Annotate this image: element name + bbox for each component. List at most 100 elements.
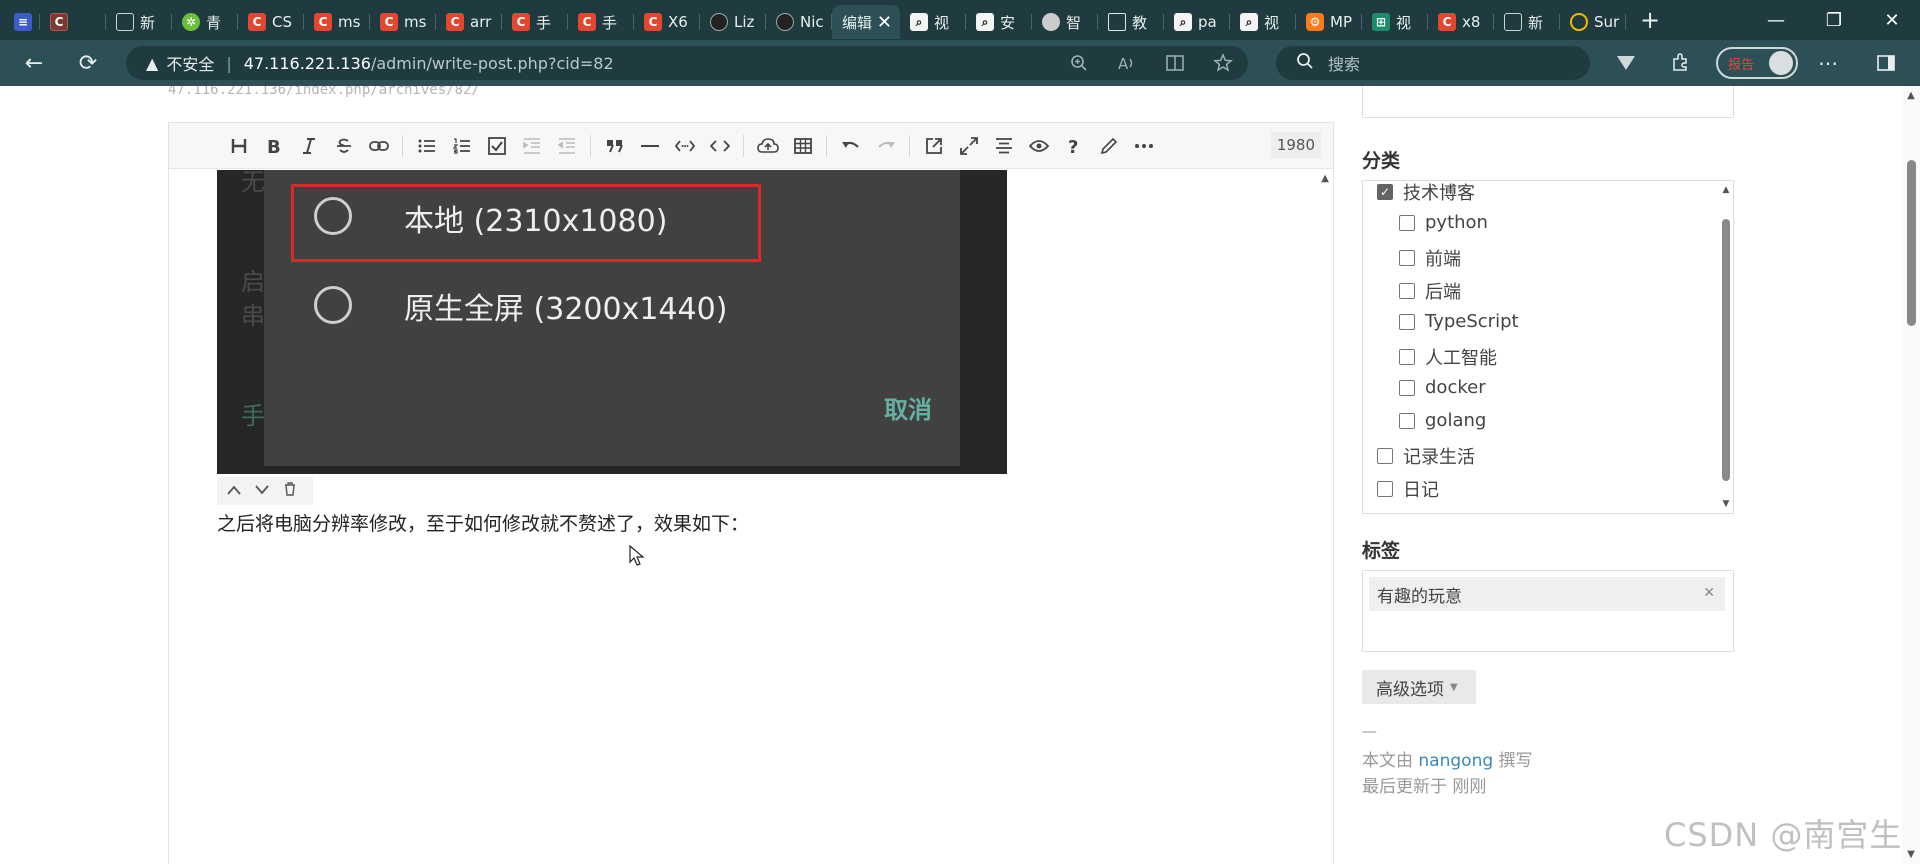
browser-tab[interactable]: ⊞ 视: [1362, 5, 1428, 39]
browser-tab[interactable]: C X6: [634, 5, 700, 39]
code-block-icon[interactable]: [702, 131, 737, 161]
restore-button[interactable]: ❐: [1806, 0, 1862, 40]
category-scrollbar[interactable]: ▲ ▼: [1721, 185, 1731, 509]
profile-button[interactable]: 报告: [1716, 47, 1798, 79]
fullscreen-icon[interactable]: [951, 131, 986, 161]
browser-tab[interactable]: ≡: [0, 5, 40, 39]
outdent-icon[interactable]: [549, 131, 584, 161]
category-item[interactable]: 后端: [1399, 278, 1461, 304]
category-checkbox[interactable]: [1399, 349, 1415, 365]
help-icon[interactable]: ?: [1056, 131, 1091, 161]
browser-tab[interactable]: 新: [1494, 5, 1560, 39]
redo-icon[interactable]: [868, 131, 903, 161]
italic-icon[interactable]: [291, 131, 326, 161]
browser-tab[interactable]: C手: [568, 5, 634, 39]
zoom-icon[interactable]: [1066, 51, 1092, 75]
move-up-icon[interactable]: [221, 483, 247, 499]
vpn-icon[interactable]: [1608, 45, 1644, 81]
table-icon[interactable]: [785, 131, 820, 161]
editor-paragraph[interactable]: 之后将电脑分辨率修改，至于如何修改就不赘述了，效果如下：: [217, 509, 749, 536]
more-options-icon[interactable]: [1126, 131, 1161, 161]
sidebar-toggle-icon[interactable]: [1868, 45, 1904, 81]
undo-icon[interactable]: [833, 131, 868, 161]
open-external-icon[interactable]: [916, 131, 951, 161]
browser-tab[interactable]: ⌕ 视: [900, 5, 966, 39]
bullet-list-icon[interactable]: [409, 131, 444, 161]
address-bar[interactable]: ▲ 不安全 | 47.116.221.136/admin/write-post.…: [126, 46, 1248, 80]
category-checkbox[interactable]: [1377, 481, 1393, 497]
browser-tab[interactable]: 编辑 ✕: [832, 5, 900, 39]
browser-tab[interactable]: Cms: [370, 5, 436, 39]
browser-tab[interactable]: ✲ 青: [172, 5, 238, 39]
strikethrough-icon[interactable]: [326, 131, 361, 161]
page-scroll-down-icon[interactable]: ▼: [1902, 849, 1920, 860]
browser-tab[interactable]: ⌕ pa: [1164, 5, 1230, 39]
category-checkbox[interactable]: [1399, 250, 1415, 266]
back-button[interactable]: ←: [16, 45, 52, 81]
warning-icon[interactable]: ▲: [146, 54, 158, 73]
browser-tab[interactable]: C手: [502, 5, 568, 39]
more-menu-icon[interactable]: ⋯: [1810, 45, 1846, 81]
scroll-up-icon[interactable]: ▲: [1721, 185, 1731, 195]
browser-tab[interactable]: Nic: [766, 5, 832, 39]
insecure-label[interactable]: 不安全: [166, 51, 214, 75]
category-checkbox[interactable]: [1399, 412, 1415, 429]
page-scrollbar[interactable]: ▲ ▼: [1902, 86, 1920, 864]
category-checkbox[interactable]: [1399, 214, 1415, 231]
scroll-thumb[interactable]: [1722, 219, 1730, 481]
editor-scroll-up-icon[interactable]: ▲: [1321, 173, 1329, 184]
browser-tab[interactable]: ⌕ 安: [966, 5, 1032, 39]
category-checkbox[interactable]: [1377, 448, 1393, 464]
advanced-options-button[interactable]: 高级选项 ▼: [1362, 670, 1476, 704]
inline-code-icon[interactable]: [667, 131, 702, 161]
page-scroll-up-icon[interactable]: ▲: [1902, 90, 1920, 101]
markdown-editor[interactable]: B ? 1980 ▲ 无 启 串 手 本地 (2310x1080) 原生全屏 (…: [168, 122, 1334, 864]
immersive-reader-icon[interactable]: [1162, 51, 1188, 75]
task-list-icon[interactable]: [479, 131, 514, 161]
quote-icon[interactable]: [597, 131, 632, 161]
browser-tab[interactable]: 新: [106, 5, 172, 39]
browser-tab[interactable]: Cx8: [1428, 5, 1494, 39]
remove-tag-icon[interactable]: ✕: [1703, 585, 1715, 601]
browser-tab[interactable]: 教: [1098, 5, 1164, 39]
author-link[interactable]: nangong: [1418, 751, 1493, 771]
browser-tab[interactable]: Sur: [1560, 5, 1626, 39]
category-checkbox[interactable]: [1399, 379, 1415, 396]
upload-cloud-icon[interactable]: [750, 131, 785, 161]
browser-tab[interactable]: ⚙ MP: [1296, 5, 1362, 39]
tab-close-icon[interactable]: ✕: [877, 12, 892, 33]
browser-tab[interactable]: Cms: [304, 5, 370, 39]
ordered-list-icon[interactable]: [444, 131, 479, 161]
close-window-button[interactable]: ✕: [1864, 0, 1920, 40]
browser-tab[interactable]: ⌕ 视: [1230, 5, 1296, 39]
category-item[interactable]: 人工智能: [1399, 344, 1497, 370]
browser-tab[interactable]: C CS: [238, 5, 304, 39]
minimize-button[interactable]: —: [1748, 0, 1804, 40]
scroll-down-icon[interactable]: ▼: [1721, 499, 1731, 509]
category-item[interactable]: 日记: [1377, 476, 1439, 502]
category-checkbox[interactable]: [1399, 313, 1415, 330]
category-item[interactable]: 记录生活: [1377, 443, 1475, 469]
horizontal-rule-icon[interactable]: [632, 131, 667, 161]
category-item[interactable]: docker: [1399, 377, 1486, 398]
read-aloud-icon[interactable]: A: [1114, 51, 1140, 75]
category-item[interactable]: TypeScript: [1399, 311, 1519, 332]
category-checkbox[interactable]: [1399, 283, 1415, 299]
post-permalink[interactable]: 47.116.221.136/index.php/archives/82/: [168, 86, 480, 98]
browser-tab[interactable]: 智: [1032, 5, 1098, 39]
category-item[interactable]: python: [1399, 212, 1488, 233]
category-checkbox[interactable]: ✓: [1377, 184, 1393, 200]
browser-tab[interactable]: C: [40, 5, 106, 39]
category-item[interactable]: 前端: [1399, 245, 1461, 271]
browser-tab[interactable]: Liz: [700, 5, 766, 39]
browser-tab[interactable]: Carr: [436, 5, 502, 39]
heading-icon[interactable]: [221, 131, 256, 161]
new-tab-button[interactable]: +: [1630, 3, 1670, 37]
page-scroll-thumb[interactable]: [1907, 160, 1916, 326]
tag-input[interactable]: 有趣的玩意 ✕: [1362, 570, 1734, 652]
delete-trash-icon[interactable]: [277, 482, 303, 500]
edit-pencil-icon[interactable]: [1091, 131, 1126, 161]
embedded-screenshot[interactable]: 无 启 串 手 本地 (2310x1080) 原生全屏 (3200x1440) …: [217, 170, 1007, 474]
align-center-icon[interactable]: [986, 131, 1021, 161]
move-down-icon[interactable]: [249, 483, 275, 499]
